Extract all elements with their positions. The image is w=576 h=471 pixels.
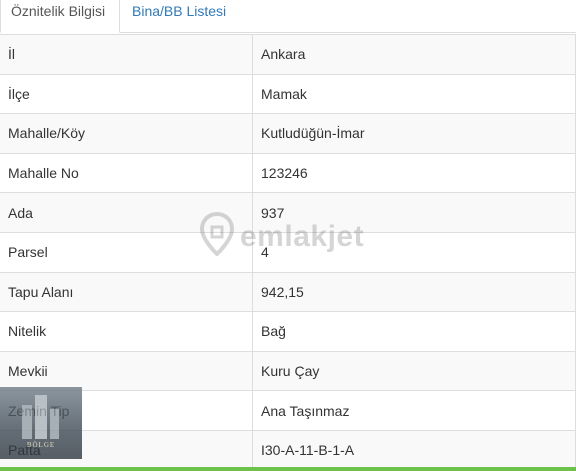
table-row: İl Ankara: [0, 34, 576, 75]
row-value: 4: [252, 231, 576, 273]
row-key: Parsel: [0, 231, 253, 273]
table-row: Tapu Alanı 942,15: [0, 271, 576, 312]
table-row: Nitelik Bağ: [0, 311, 576, 352]
row-value: 123246: [252, 152, 576, 193]
row-key: Mahalle/Köy: [0, 113, 253, 154]
row-key: Tapu Alanı: [0, 271, 253, 312]
table-row: Mahalle/Köy Kutludüğün-İmar: [0, 113, 576, 154]
row-key: Ada: [0, 192, 253, 233]
tab-bina-bb-listesi[interactable]: Bina/BB Listesi: [120, 0, 236, 32]
row-value: Mamak: [252, 73, 576, 114]
table-row: Mevkii Kuru Çay: [0, 350, 576, 391]
row-value: Kutludüğün-İmar: [252, 113, 576, 154]
table-row: Mahalle No 123246: [0, 152, 576, 193]
row-key: Mevkii: [0, 350, 253, 391]
row-value: Bağ: [252, 311, 576, 352]
bolge-logo: BÖLGE: [0, 387, 82, 459]
table-row: Zemin TipAna Taşınmaz: [0, 390, 576, 431]
row-value: Ankara: [252, 34, 576, 75]
table-row: Parsel 4: [0, 231, 576, 273]
row-value: 942,15: [252, 271, 576, 312]
table-row: İlçe Mamak: [0, 73, 576, 114]
row-value: I30-A-11-B-1-A: [252, 429, 576, 470]
table-row: Ada 937: [0, 192, 576, 233]
bottom-bar: [0, 467, 576, 471]
logo-text: BÖLGE: [26, 441, 56, 449]
row-key: Mahalle No: [0, 152, 253, 193]
row-value: Ana Taşınmaz: [252, 390, 576, 431]
tab-bar: Öznitelik Bilgisi Bina/BB Listesi: [0, 0, 576, 33]
row-key: İlçe: [0, 73, 253, 114]
tab-oznitelik-bilgisi[interactable]: Öznitelik Bilgisi: [0, 0, 120, 33]
table-row: PaftaI30-A-11-B-1-A: [0, 429, 576, 470]
row-value: 937: [252, 192, 576, 233]
row-key: Nitelik: [0, 311, 253, 352]
attribute-table: İl Ankara İlçe Mamak Mahalle/Köy Kutludüğün…: [0, 34, 576, 470]
row-value: Kuru Çay: [252, 350, 576, 391]
row-key: İl: [0, 34, 253, 75]
